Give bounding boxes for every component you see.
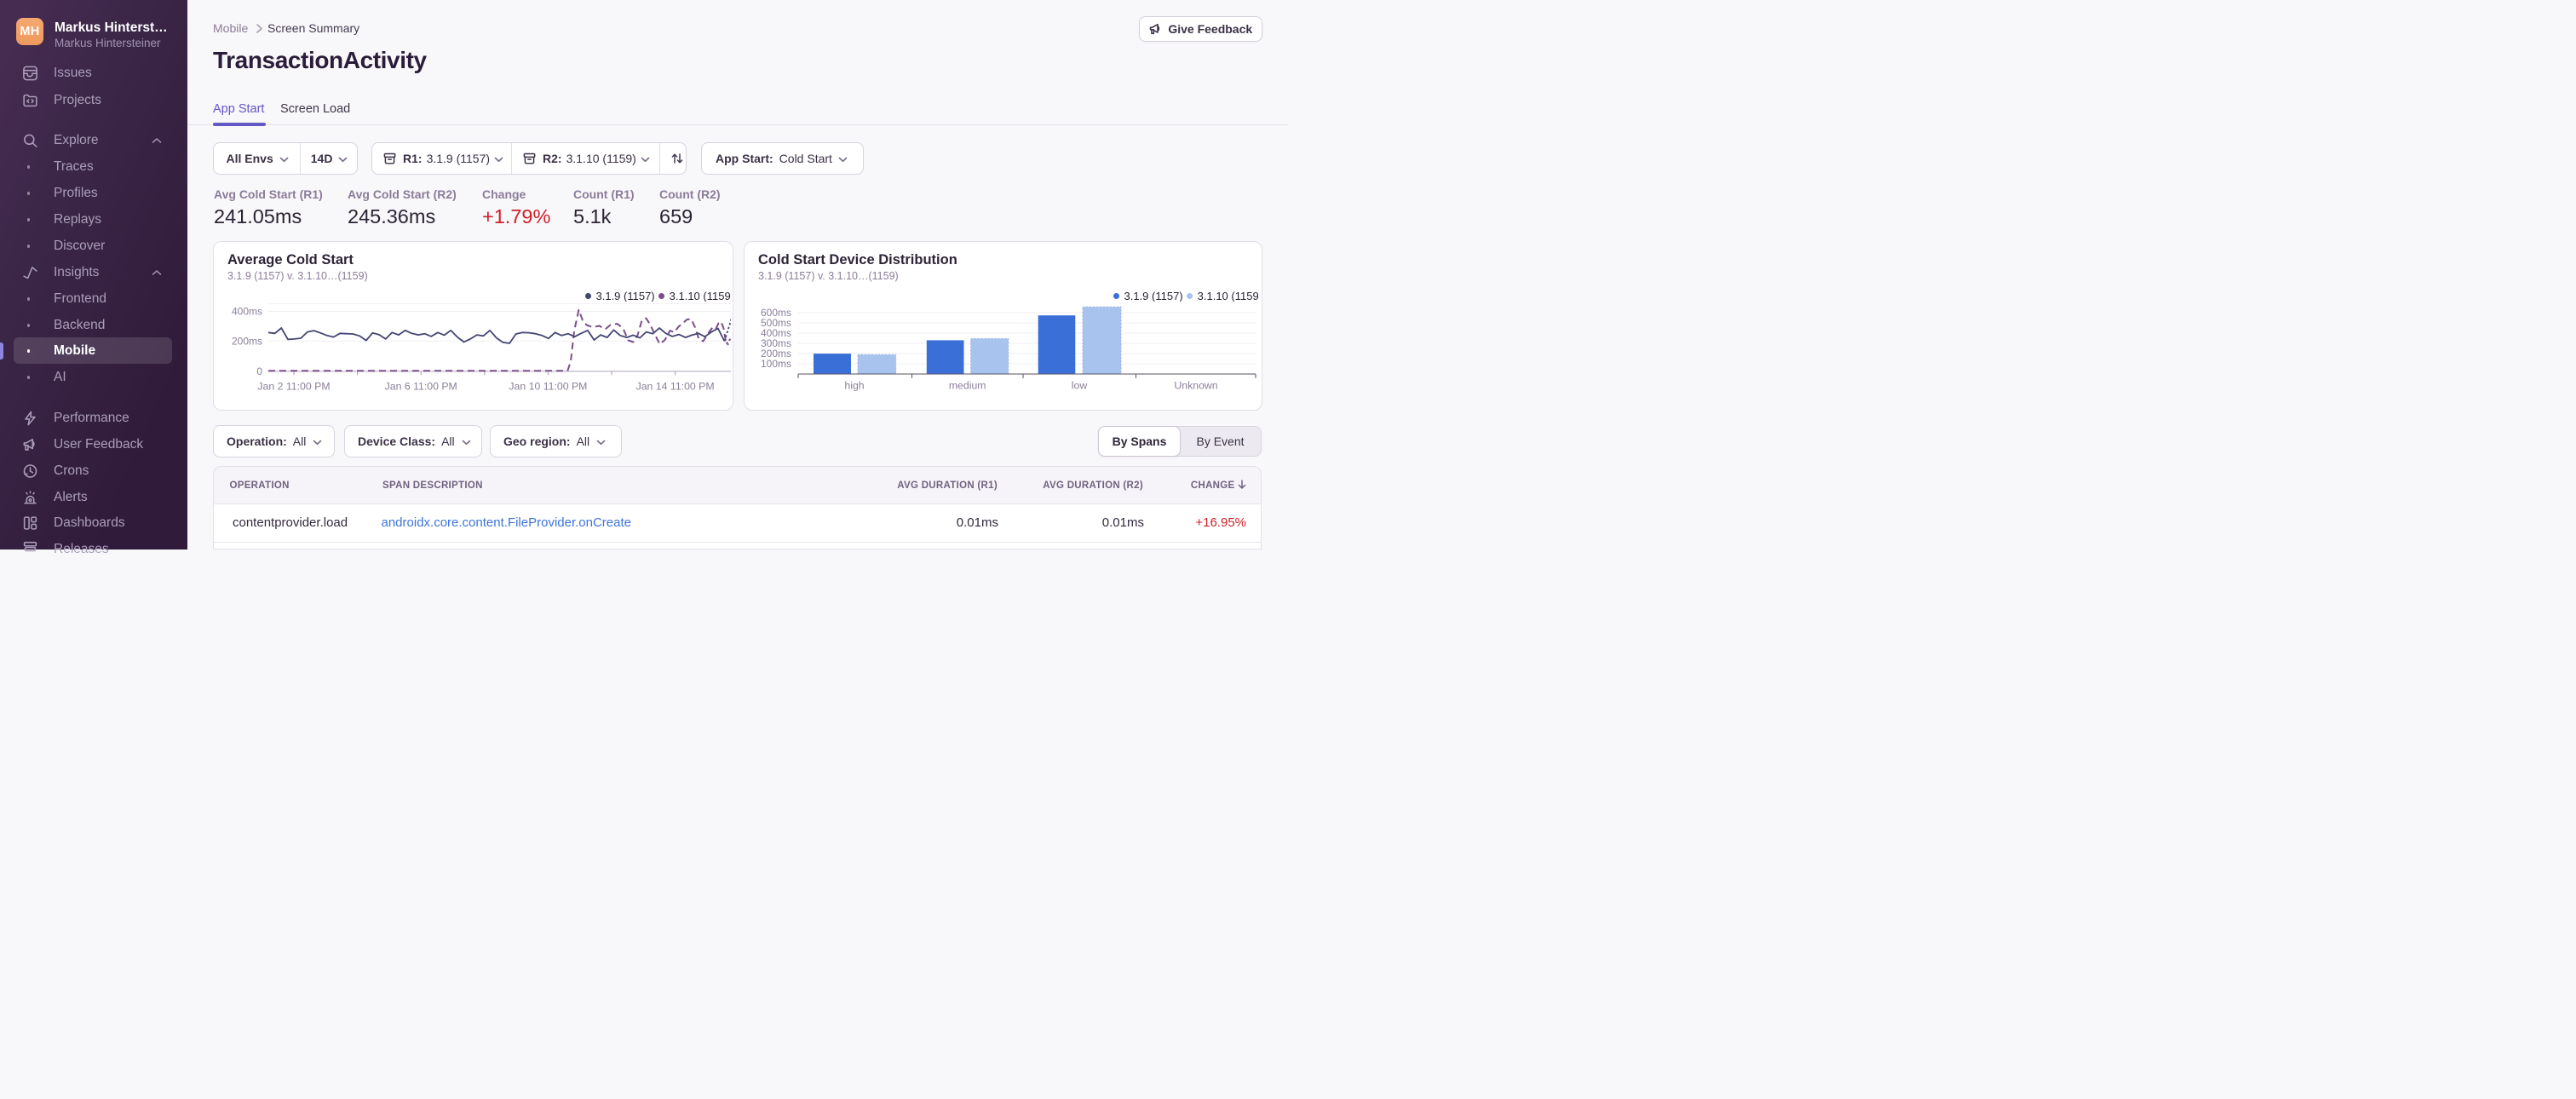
svg-text:0: 0 <box>256 365 262 377</box>
svg-text:low: low <box>1072 380 1088 392</box>
svg-text:Jan 6 11:00 PM: Jan 6 11:00 PM <box>385 381 457 393</box>
svg-text:400ms: 400ms <box>232 305 262 317</box>
svg-text:Jan 2 11:00 PM: Jan 2 11:00 PM <box>257 381 330 393</box>
svg-text:high: high <box>844 380 864 392</box>
svg-text:100ms: 100ms <box>761 358 791 370</box>
svg-text:medium: medium <box>949 380 986 392</box>
svg-text:Jan 10 11:00 PM: Jan 10 11:00 PM <box>509 381 587 393</box>
svg-text:Jan 14 11:00 PM: Jan 14 11:00 PM <box>636 381 715 393</box>
svg-text:Unknown: Unknown <box>1174 380 1217 392</box>
svg-text:200ms: 200ms <box>232 335 262 347</box>
